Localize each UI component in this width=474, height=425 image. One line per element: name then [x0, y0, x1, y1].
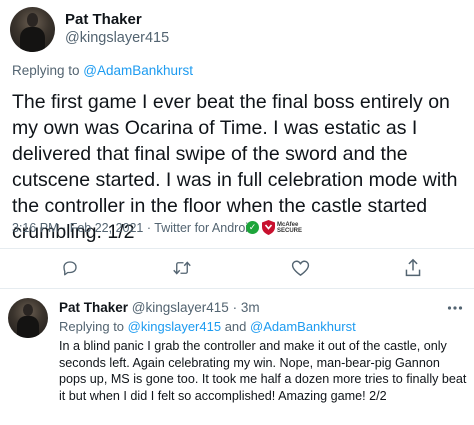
mcafee-shield-icon	[262, 220, 275, 235]
reply-author-avatar[interactable]	[8, 298, 48, 338]
replying-to-and: and	[221, 319, 250, 334]
tweet-date[interactable]: Feb 22, 2021	[70, 221, 144, 235]
meta-separator: ·	[146, 221, 152, 235]
reply-replying-to-line: Replying to @kingslayer415 and @AdamBank…	[59, 319, 356, 334]
share-icon[interactable]	[404, 258, 422, 278]
reply-age[interactable]: 3m	[241, 300, 260, 315]
tweet-time[interactable]: 3:16 PM	[12, 221, 59, 235]
author-handle[interactable]: @kingslayer415	[65, 30, 169, 46]
avatar-figure-body	[19, 26, 46, 52]
retweet-icon[interactable]	[172, 259, 192, 277]
avatar-figure-head	[23, 303, 33, 316]
tweet-meta: 3:16 PM · Feb 22, 2021 · Twitter for And…	[12, 221, 255, 235]
divider	[0, 248, 474, 249]
author-name[interactable]: Pat Thaker	[65, 11, 142, 28]
replying-to-handle-link[interactable]: @kingslayer415	[128, 319, 221, 334]
mcafee-secure-badge: McAfee SECURE	[277, 222, 302, 234]
reply-author-handle[interactable]: @kingslayer415	[132, 300, 229, 315]
avatar-figure-head	[27, 13, 38, 27]
like-icon[interactable]	[291, 259, 310, 277]
mcafee-secure-label: SECURE	[277, 228, 303, 234]
reply-icon[interactable]	[61, 259, 79, 277]
replying-to-prefix: Replying to	[12, 63, 84, 78]
replying-to-prefix: Replying to	[59, 319, 128, 334]
green-lock-badge-icon: ✓	[246, 221, 259, 234]
replying-to-line: Replying to @AdamBankhurst	[12, 63, 193, 78]
divider	[0, 288, 474, 289]
replying-to-handle-link[interactable]: @AdamBankhurst	[83, 63, 193, 78]
author-avatar[interactable]	[10, 7, 55, 52]
reply-author-name[interactable]: Pat Thaker	[59, 300, 128, 315]
replying-to-handle-link[interactable]: @AdamBankhurst	[250, 319, 356, 334]
reply-text: In a blind panic I grab the controller a…	[59, 339, 467, 403]
reply-header: Pat Thaker @kingslayer415 · 3m	[59, 300, 260, 315]
more-options-icon[interactable]	[447, 305, 463, 311]
meta-separator: ·	[62, 221, 67, 235]
avatar-figure-body	[16, 315, 40, 338]
tweet-source[interactable]: Twitter for Android	[154, 221, 255, 235]
reply-separator: ·	[232, 300, 238, 315]
